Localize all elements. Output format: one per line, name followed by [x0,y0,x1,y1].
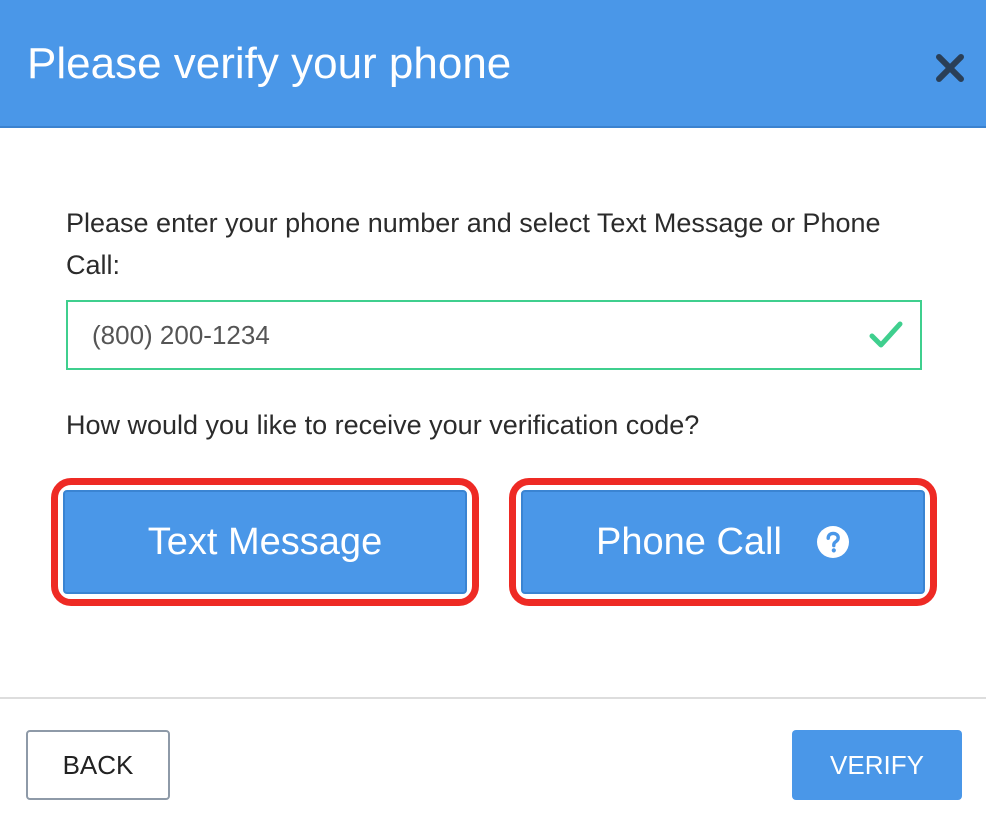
instructions-text: Please enter your phone number and selec… [66,208,881,280]
back-button[interactable]: BACK [26,730,170,800]
phone-call-highlight: Phone Call [509,478,937,606]
text-message-button[interactable]: Text Message [63,490,467,594]
modal-title: Please verify your phone [27,39,512,88]
verify-button[interactable]: VERIFY [792,730,962,800]
phone-call-label: Phone Call [596,520,782,563]
question-circle-icon[interactable] [816,525,850,559]
phone-call-button[interactable]: Phone Call [521,490,925,594]
phone-field [66,300,922,370]
close-icon[interactable] [930,48,970,88]
phone-input[interactable] [68,302,838,368]
modal-header: Please verify your phone [0,0,986,128]
verify-phone-modal: Please verify your phone Please enter yo… [0,0,986,824]
text-message-label: Text Message [147,520,383,563]
delivery-question: How would you like to receive your verif… [66,410,700,440]
footer-divider [0,697,986,699]
text-message-highlight: Text Message [51,478,479,606]
checkmark-icon [868,318,904,352]
